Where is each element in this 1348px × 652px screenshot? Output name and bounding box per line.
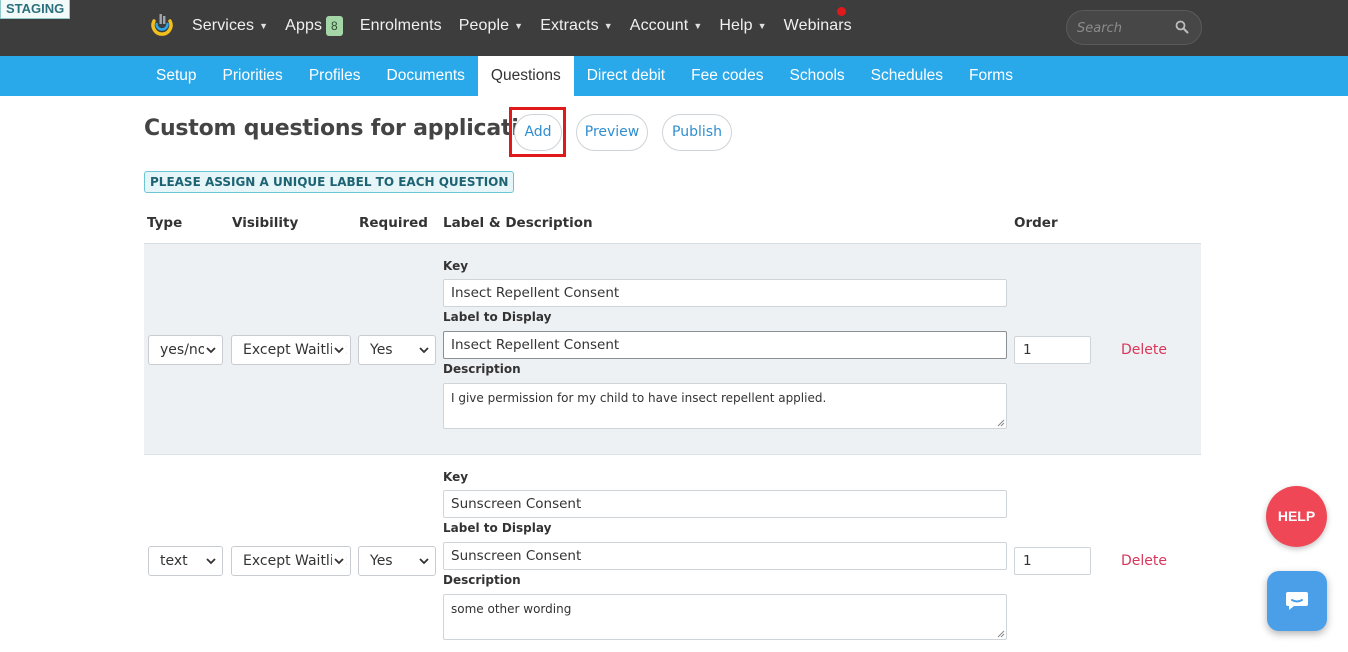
column-header-order: Order — [1014, 215, 1058, 231]
search-box — [1066, 10, 1202, 45]
key-label: Key — [443, 259, 469, 273]
menu-enrolments[interactable]: Enrolments — [360, 17, 442, 35]
required-select-value: Yes — [370, 553, 393, 569]
type-select[interactable]: text — [148, 546, 223, 576]
menu-webinars-label: Webinars — [783, 17, 852, 34]
key-input[interactable]: Insect Repellent Consent — [443, 279, 1007, 307]
menu-extracts[interactable]: Extracts ▼ — [540, 17, 613, 35]
label-to-display-label: Label to Display — [443, 310, 552, 324]
main-menu: Services ▼ Apps 8 Enrolments People ▼ Ex… — [192, 0, 869, 52]
chevron-down-icon — [417, 547, 431, 575]
key-label: Key — [443, 470, 469, 484]
help-button[interactable]: HELP — [1266, 486, 1327, 547]
caret-down-icon: ▼ — [693, 21, 703, 31]
chat-button[interactable] — [1267, 571, 1327, 631]
menu-help[interactable]: Help ▼ — [719, 17, 766, 35]
delete-link[interactable]: Delete — [1121, 342, 1167, 358]
tab-profiles[interactable]: Profiles — [296, 56, 374, 96]
key-input[interactable]: Sunscreen Consent — [443, 490, 1007, 518]
search-icon[interactable] — [1175, 20, 1189, 34]
section-tabs: Setup Priorities Profiles Documents Ques… — [0, 56, 1348, 96]
chevron-down-icon — [332, 547, 346, 575]
menu-apps[interactable]: Apps 8 — [285, 16, 343, 36]
preview-button[interactable]: Preview — [576, 114, 648, 151]
description-textarea[interactable]: some other wording — [443, 594, 1007, 640]
description-text: some other wording — [451, 602, 572, 616]
highlight-annotation — [509, 107, 566, 157]
publish-button[interactable]: Publish — [662, 114, 732, 151]
column-header-required: Required — [359, 215, 428, 231]
description-text: I give permission for my child to have i… — [451, 391, 827, 405]
order-input[interactable]: 1 — [1014, 336, 1091, 364]
type-select-value: text — [160, 553, 188, 569]
resize-handle-icon[interactable] — [996, 629, 1005, 638]
top-navbar: STAGING Services ▼ Apps 8 Enrolments Peo… — [0, 0, 1348, 56]
tab-setup[interactable]: Setup — [143, 56, 210, 96]
column-header-label-description: Label & Description — [443, 215, 593, 231]
menu-help-label: Help — [719, 17, 753, 34]
tab-fee-codes[interactable]: Fee codes — [678, 56, 776, 96]
menu-people[interactable]: People ▼ — [459, 17, 523, 35]
visibility-select[interactable]: Except Waitlist — [231, 546, 351, 576]
menu-services-label: Services — [192, 17, 255, 34]
notification-dot — [837, 7, 846, 16]
required-select[interactable]: Yes — [358, 335, 436, 365]
type-select-value: yes/no — [160, 342, 207, 358]
caret-down-icon: ▼ — [259, 21, 269, 31]
label-to-display-input[interactable]: Sunscreen Consent — [443, 542, 1007, 570]
column-header-visibility: Visibility — [232, 215, 299, 231]
required-select-value: Yes — [370, 342, 393, 358]
menu-account-label: Account — [629, 17, 689, 34]
page-title: Custom questions for application — [144, 116, 550, 141]
visibility-select-value: Except Waitlist — [243, 342, 347, 358]
menu-extracts-label: Extracts — [540, 17, 599, 34]
menu-people-label: People — [458, 17, 510, 34]
tab-direct-debit[interactable]: Direct debit — [574, 56, 678, 96]
apps-count-badge: 8 — [326, 16, 343, 36]
chat-icon — [1286, 592, 1308, 610]
caret-down-icon: ▼ — [603, 21, 613, 31]
chevron-down-icon — [204, 336, 218, 364]
label-to-display-input[interactable]: Insect Repellent Consent — [443, 331, 1007, 359]
chevron-down-icon — [417, 336, 431, 364]
tab-forms[interactable]: Forms — [956, 56, 1026, 96]
menu-apps-label: Apps — [285, 17, 323, 34]
tab-schedules[interactable]: Schedules — [858, 56, 956, 96]
caret-down-icon: ▼ — [757, 21, 767, 31]
app-logo-icon[interactable] — [149, 12, 175, 38]
description-textarea[interactable]: I give permission for my child to have i… — [443, 383, 1007, 429]
search-input[interactable] — [1077, 18, 1173, 38]
visibility-select[interactable]: Except Waitlist — [231, 335, 351, 365]
table-row: yes/no Except Waitlist Yes Key Insect Re… — [144, 244, 1201, 454]
column-header-type: Type — [147, 215, 183, 231]
tab-schools[interactable]: Schools — [777, 56, 858, 96]
description-label: Description — [443, 362, 521, 376]
chevron-down-icon — [332, 336, 346, 364]
tab-priorities[interactable]: Priorities — [210, 56, 296, 96]
label-to-display-label: Label to Display — [443, 521, 552, 535]
order-input[interactable]: 1 — [1014, 547, 1091, 575]
caret-down-icon: ▼ — [514, 21, 524, 31]
unique-label-notice: PLEASE ASSIGN A UNIQUE LABEL TO EACH QUE… — [144, 171, 515, 193]
staging-badge: STAGING — [0, 0, 71, 19]
description-label: Description — [443, 573, 521, 587]
menu-account[interactable]: Account ▼ — [630, 17, 703, 35]
delete-link[interactable]: Delete — [1121, 553, 1167, 569]
required-select[interactable]: Yes — [358, 546, 436, 576]
tab-documents[interactable]: Documents — [374, 56, 478, 96]
chevron-down-icon — [204, 547, 218, 575]
menu-webinars[interactable]: Webinars — [784, 17, 852, 35]
visibility-select-value: Except Waitlist — [243, 553, 347, 569]
table-row: text Except Waitlist Yes Key Sunscreen C… — [144, 454, 1201, 652]
tab-questions[interactable]: Questions — [477, 56, 574, 96]
menu-services[interactable]: Services ▼ — [192, 17, 268, 35]
type-select[interactable]: yes/no — [148, 335, 223, 365]
menu-enrolments-label: Enrolments — [359, 17, 442, 34]
resize-handle-icon[interactable] — [996, 418, 1005, 427]
